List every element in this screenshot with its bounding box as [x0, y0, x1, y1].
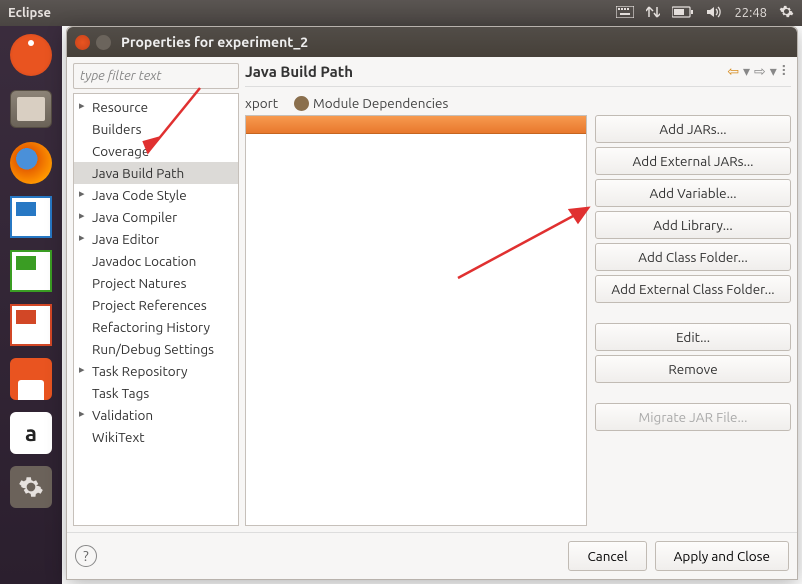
tree-item-task-repository[interactable]: Task Repository: [74, 360, 238, 382]
tab-module-dependencies[interactable]: Module Dependencies: [294, 95, 448, 111]
close-icon[interactable]: [75, 35, 90, 50]
help-icon[interactable]: ?: [75, 545, 97, 567]
jar-list[interactable]: [245, 115, 587, 526]
tree-item-validation[interactable]: Validation: [74, 404, 238, 426]
edit-button[interactable]: Edit...: [595, 323, 791, 351]
page-title: Java Build Path: [245, 63, 353, 80]
module-icon: [294, 96, 309, 111]
libreoffice-writer-icon[interactable]: [4, 192, 58, 242]
dialog-footer: ? Cancel Apply and Close: [67, 532, 797, 579]
tree-item-project-natures[interactable]: Project Natures: [74, 272, 238, 294]
tree-item-task-tags[interactable]: Task Tags: [74, 382, 238, 404]
system-topbar: Eclipse 22:48: [0, 0, 802, 26]
cancel-button[interactable]: Cancel: [568, 541, 646, 571]
add-external-class-folder-button[interactable]: Add External Class Folder...: [595, 275, 791, 303]
add-external-jars-button[interactable]: Add External JARs...: [595, 147, 791, 175]
add-library-button[interactable]: Add Library...: [595, 211, 791, 239]
firefox-icon[interactable]: [4, 138, 58, 188]
battery-icon[interactable]: [672, 6, 694, 21]
network-icon[interactable]: [646, 5, 660, 22]
tree-item-java-code-style[interactable]: Java Code Style: [74, 184, 238, 206]
dialog-title: Properties for experiment_2: [121, 34, 308, 50]
settings-icon[interactable]: [4, 462, 58, 512]
tree-item-project-references[interactable]: Project References: [74, 294, 238, 316]
tree-item-javadoc-location[interactable]: Javadoc Location: [74, 250, 238, 272]
category-tree[interactable]: ResourceBuildersCoverageJava Build PathJ…: [73, 93, 239, 526]
filter-input[interactable]: type filter text: [73, 63, 239, 89]
tree-item-refactoring-history[interactable]: Refactoring History: [74, 316, 238, 338]
app-name: Eclipse: [8, 6, 51, 20]
gear-icon[interactable]: [779, 4, 794, 22]
remove-button[interactable]: Remove: [595, 355, 791, 383]
minimize-icon[interactable]: [96, 35, 111, 50]
volume-icon[interactable]: [706, 5, 722, 22]
tree-item-java-editor[interactable]: Java Editor: [74, 228, 238, 250]
system-tray: 22:48: [616, 4, 794, 22]
add-class-folder-button[interactable]: Add Class Folder...: [595, 243, 791, 271]
tree-item-run-debug-settings[interactable]: Run/Debug Settings: [74, 338, 238, 360]
unity-launcher: a: [0, 26, 62, 584]
properties-dialog: Properties for experiment_2 type filter …: [66, 26, 798, 580]
migrate-jar-button: Migrate JAR File...: [595, 403, 791, 431]
tree-item-wikitext[interactable]: WikiText: [74, 426, 238, 448]
add-variable-button[interactable]: Add Variable...: [595, 179, 791, 207]
clock[interactable]: 22:48: [734, 6, 767, 20]
back-icon[interactable]: ⇦: [727, 63, 739, 80]
libreoffice-calc-icon[interactable]: [4, 246, 58, 296]
add-jars-button[interactable]: Add JARs...: [595, 115, 791, 143]
button-column: Add JARs... Add External JARs... Add Var…: [595, 115, 791, 526]
tree-item-coverage[interactable]: Coverage: [74, 140, 238, 162]
tree-item-resource[interactable]: Resource: [74, 96, 238, 118]
dialog-titlebar[interactable]: Properties for experiment_2: [67, 27, 797, 57]
software-center-icon[interactable]: [4, 354, 58, 404]
apply-and-close-button[interactable]: Apply and Close: [655, 541, 789, 571]
files-icon[interactable]: [4, 84, 58, 134]
tab-bar: xport Module Dependencies: [245, 87, 791, 115]
main-panel: Java Build Path ⇦ ▾ ⇨ ▾ ⠇ xport Module D…: [245, 63, 791, 526]
tab-xport[interactable]: xport: [245, 95, 278, 111]
tree-item-builders[interactable]: Builders: [74, 118, 238, 140]
ubuntu-dash-icon[interactable]: [4, 30, 58, 80]
keyboard-icon[interactable]: [616, 6, 634, 21]
libreoffice-impress-icon[interactable]: [4, 300, 58, 350]
list-header: [246, 116, 586, 134]
amazon-icon[interactable]: a: [4, 408, 58, 458]
sidebar: type filter text ResourceBuildersCoverag…: [73, 63, 239, 526]
view-menu-icon[interactable]: ⠇: [781, 63, 791, 80]
forward-icon: ⇨: [754, 63, 766, 80]
back-menu-icon[interactable]: ▾: [743, 63, 750, 80]
tree-item-java-build-path[interactable]: Java Build Path: [74, 162, 238, 184]
tree-item-java-compiler[interactable]: Java Compiler: [74, 206, 238, 228]
forward-menu-icon: ▾: [770, 63, 777, 80]
